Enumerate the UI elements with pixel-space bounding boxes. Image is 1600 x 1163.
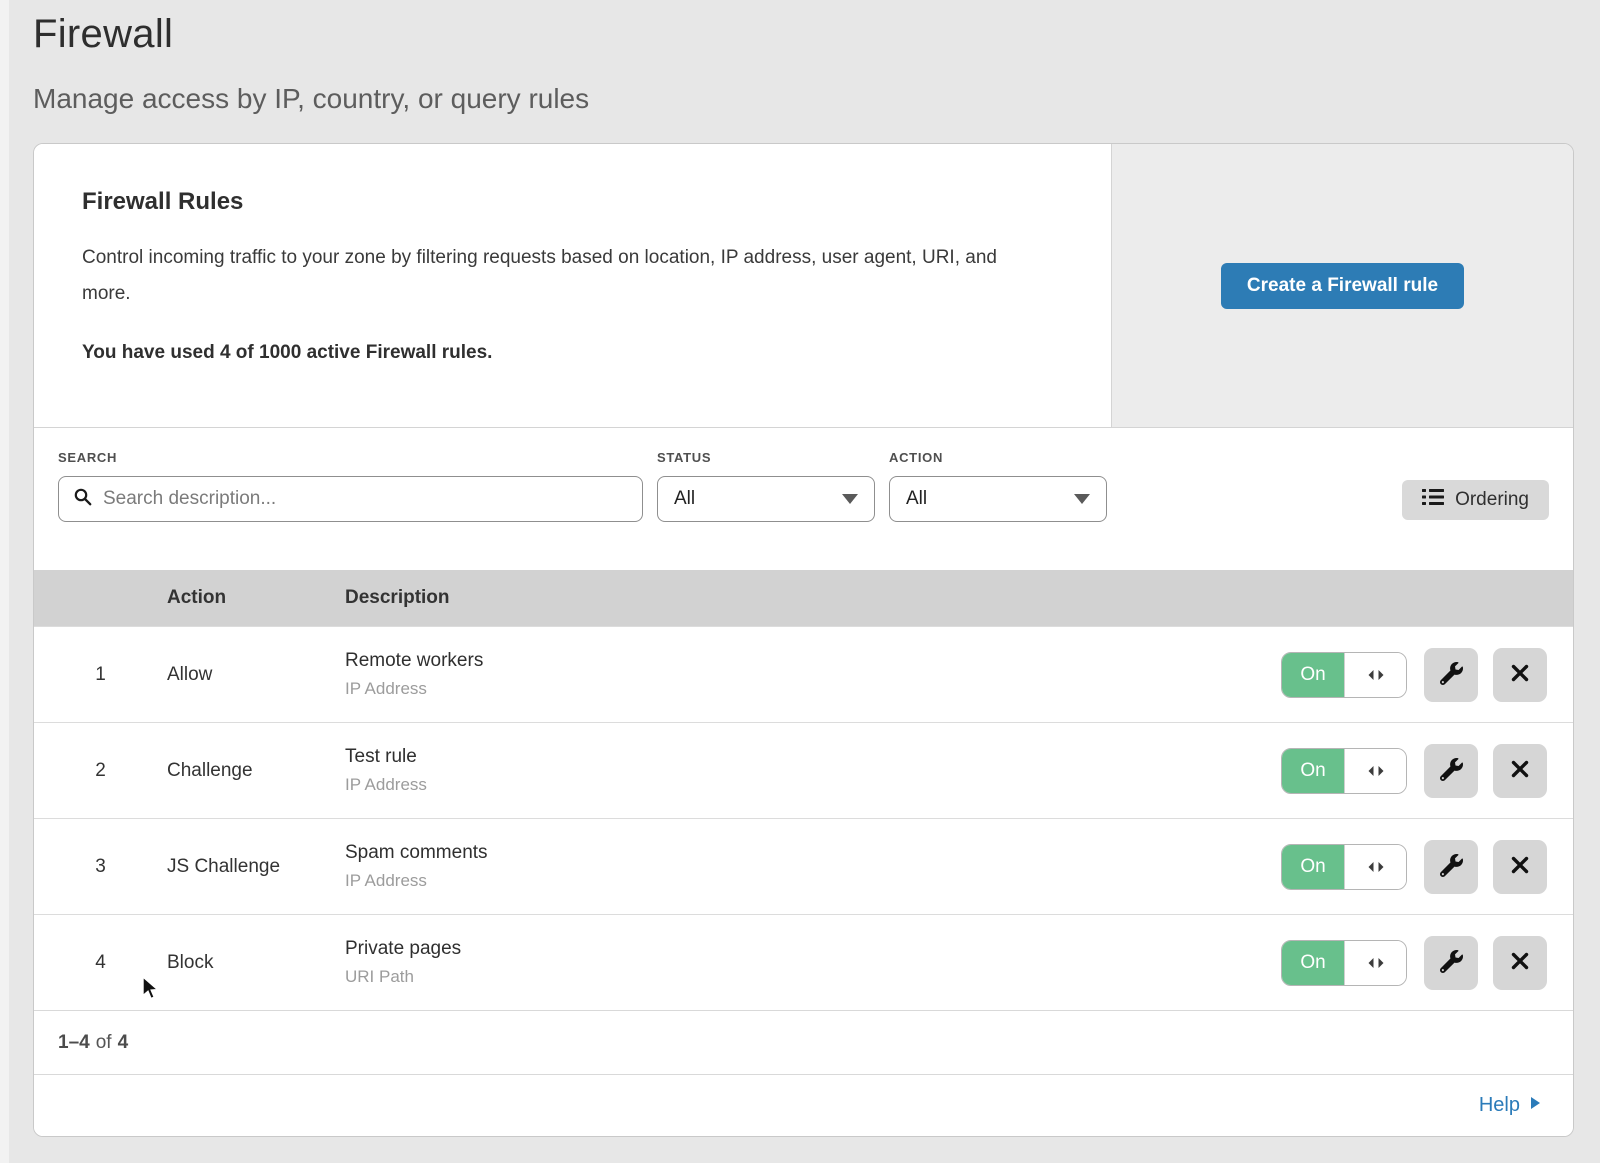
toggle-on-label[interactable]: On bbox=[1282, 653, 1344, 697]
delete-rule-button[interactable] bbox=[1493, 744, 1547, 798]
rule-field: IP Address bbox=[345, 679, 1281, 699]
action-filter-group: ACTION All bbox=[889, 450, 1107, 570]
page-header: Firewall Manage access by IP, country, o… bbox=[0, 0, 1600, 115]
table-row: 3 JS Challenge Spam comments IP Address … bbox=[34, 818, 1573, 914]
edit-rule-button[interactable] bbox=[1424, 744, 1478, 798]
rule-priority: 1 bbox=[34, 664, 167, 686]
rule-priority: 2 bbox=[34, 760, 167, 782]
table-header-row: Action Description bbox=[34, 570, 1573, 626]
rule-enabled-toggle[interactable]: On bbox=[1281, 844, 1407, 890]
description-column-header: Description bbox=[345, 587, 1573, 609]
rule-enabled-toggle[interactable]: On bbox=[1281, 652, 1407, 698]
ordering-button-label: Ordering bbox=[1455, 489, 1529, 511]
pagination-total: 4 bbox=[118, 1032, 129, 1054]
table-row: 4 Block Private pages URI Path On bbox=[34, 914, 1573, 1010]
toggle-arrows-icon[interactable] bbox=[1344, 749, 1406, 793]
edit-rule-button[interactable] bbox=[1424, 648, 1478, 702]
close-icon bbox=[1510, 855, 1530, 878]
help-link[interactable]: Help bbox=[1479, 1094, 1541, 1117]
rule-description-title: Private pages bbox=[345, 938, 1281, 960]
rules-overview-text: Firewall Rules Control incoming traffic … bbox=[34, 144, 1111, 427]
rule-description-title: Test rule bbox=[345, 746, 1281, 768]
rule-controls: On bbox=[1281, 744, 1573, 798]
pagination-of: of bbox=[96, 1032, 112, 1054]
action-selected-value: All bbox=[906, 488, 927, 510]
toggle-arrows-icon[interactable] bbox=[1344, 941, 1406, 985]
close-icon bbox=[1510, 951, 1530, 974]
toggle-on-label[interactable]: On bbox=[1282, 941, 1344, 985]
ordering-list-icon bbox=[1422, 488, 1444, 512]
delete-rule-button[interactable] bbox=[1493, 936, 1547, 990]
page-subtitle: Manage access by IP, country, or query r… bbox=[33, 83, 1600, 115]
wrench-icon bbox=[1440, 854, 1463, 880]
table-row: 1 Allow Remote workers IP Address On bbox=[34, 626, 1573, 722]
rule-enabled-toggle[interactable]: On bbox=[1281, 940, 1407, 986]
chevron-down-icon bbox=[842, 494, 858, 504]
search-filter-group: SEARCH bbox=[58, 450, 643, 570]
action-select[interactable]: All bbox=[889, 476, 1107, 522]
wrench-icon bbox=[1440, 758, 1463, 784]
create-rule-panel: Create a Firewall rule bbox=[1111, 144, 1573, 427]
rule-field: IP Address bbox=[345, 775, 1281, 795]
toggle-arrows-icon[interactable] bbox=[1344, 653, 1406, 697]
status-filter-group: STATUS All bbox=[657, 450, 875, 570]
rules-overview-description: Control incoming traffic to your zone by… bbox=[82, 240, 1032, 312]
close-icon bbox=[1510, 759, 1530, 782]
action-label: ACTION bbox=[889, 450, 1107, 465]
window-edge-strip bbox=[0, 0, 9, 1163]
status-select[interactable]: All bbox=[657, 476, 875, 522]
rules-overview-section: Firewall Rules Control incoming traffic … bbox=[34, 144, 1573, 428]
rule-priority: 3 bbox=[34, 856, 167, 878]
rule-controls: On bbox=[1281, 648, 1573, 702]
pagination-bar: 1–4 of 4 bbox=[34, 1010, 1573, 1074]
rule-field: URI Path bbox=[345, 967, 1281, 987]
status-selected-value: All bbox=[674, 488, 695, 510]
rule-description-cell: Test rule IP Address bbox=[345, 746, 1281, 795]
ordering-button[interactable]: Ordering bbox=[1402, 480, 1549, 520]
status-label: STATUS bbox=[657, 450, 875, 465]
search-input[interactable] bbox=[103, 488, 628, 510]
rule-controls: On bbox=[1281, 840, 1573, 894]
chevron-right-icon bbox=[1529, 1094, 1541, 1117]
firewall-rules-card: Firewall Rules Control incoming traffic … bbox=[33, 143, 1574, 1137]
rules-overview-heading: Firewall Rules bbox=[82, 188, 1063, 216]
table-row: 2 Challenge Test rule IP Address On bbox=[34, 722, 1573, 818]
search-label: SEARCH bbox=[58, 450, 643, 465]
rule-field: IP Address bbox=[345, 871, 1281, 891]
wrench-icon bbox=[1440, 950, 1463, 976]
delete-rule-button[interactable] bbox=[1493, 648, 1547, 702]
search-icon bbox=[73, 487, 93, 512]
rule-action: Block bbox=[167, 952, 345, 974]
filter-bar: SEARCH STATUS All ACTION All bbox=[34, 428, 1573, 570]
rule-priority: 4 bbox=[34, 952, 167, 974]
chevron-down-icon bbox=[1074, 494, 1090, 504]
delete-rule-button[interactable] bbox=[1493, 840, 1547, 894]
pagination-range: 1–4 bbox=[58, 1032, 90, 1054]
toggle-on-label[interactable]: On bbox=[1282, 749, 1344, 793]
toggle-arrows-icon[interactable] bbox=[1344, 845, 1406, 889]
page-title: Firewall bbox=[33, 12, 1600, 57]
rule-description-title: Spam comments bbox=[345, 842, 1281, 864]
rule-controls: On bbox=[1281, 936, 1573, 990]
rule-action: Challenge bbox=[167, 760, 345, 782]
toggle-on-label[interactable]: On bbox=[1282, 845, 1344, 889]
rule-description-cell: Spam comments IP Address bbox=[345, 842, 1281, 891]
help-bar: Help bbox=[34, 1074, 1573, 1136]
edit-rule-button[interactable] bbox=[1424, 936, 1478, 990]
create-firewall-rule-button[interactable]: Create a Firewall rule bbox=[1221, 263, 1464, 309]
edit-rule-button[interactable] bbox=[1424, 840, 1478, 894]
rule-enabled-toggle[interactable]: On bbox=[1281, 748, 1407, 794]
help-link-label: Help bbox=[1479, 1094, 1520, 1117]
rule-description-title: Remote workers bbox=[345, 650, 1281, 672]
rule-description-cell: Private pages URI Path bbox=[345, 938, 1281, 987]
rules-usage-text: You have used 4 of 1000 active Firewall … bbox=[82, 342, 1063, 364]
rule-action: Allow bbox=[167, 664, 345, 686]
wrench-icon bbox=[1440, 662, 1463, 688]
search-box[interactable] bbox=[58, 476, 643, 522]
close-icon bbox=[1510, 663, 1530, 686]
rule-action: JS Challenge bbox=[167, 856, 345, 878]
rule-description-cell: Remote workers IP Address bbox=[345, 650, 1281, 699]
action-column-header: Action bbox=[167, 587, 345, 609]
